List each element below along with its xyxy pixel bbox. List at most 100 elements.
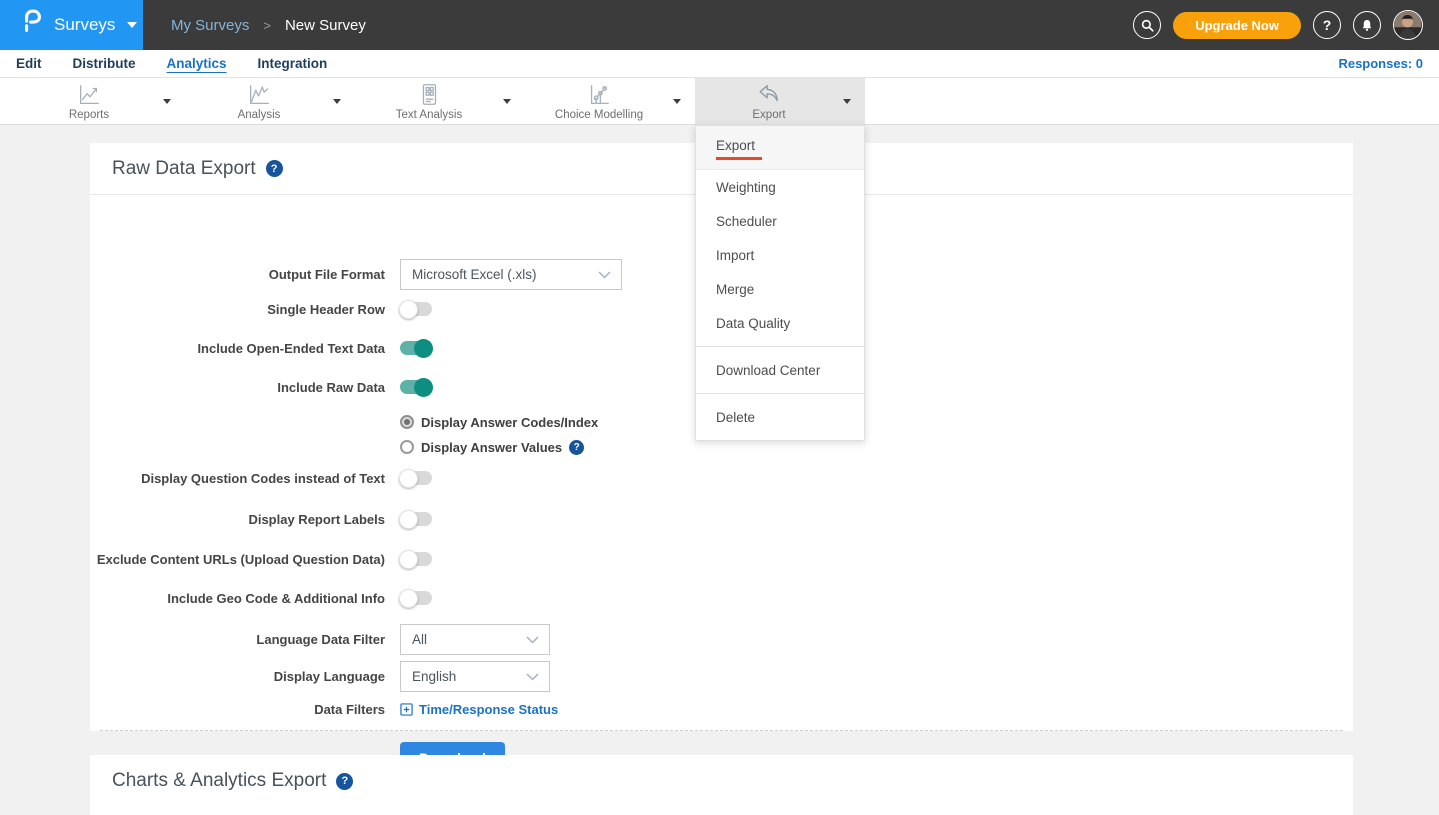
notifications-button[interactable] [1353, 11, 1381, 39]
avatar-photo-icon [1394, 11, 1421, 38]
output-file-format-select[interactable]: Microsoft Excel (.xls) [400, 259, 622, 290]
line-chart-icon [76, 82, 102, 108]
menu-item-import[interactable]: Import [696, 238, 864, 272]
display-report-labels-toggle[interactable] [400, 512, 432, 526]
topbar-actions: Upgrade Now ? [1133, 10, 1439, 40]
toolbar-item-text-analysis[interactable]: Text Analysis [355, 78, 525, 125]
language-data-filter-label: Language Data Filter [90, 632, 385, 647]
menu-item-label: Export [716, 138, 755, 153]
output-file-format-label: Output File Format [90, 267, 385, 282]
toggle-knob [399, 300, 418, 319]
form-footer-divider [100, 730, 1343, 731]
tab-analytics[interactable]: Analytics [167, 54, 227, 73]
section-title: Raw Data Export [112, 158, 256, 180]
radio-label: Display Answer Codes/Index [421, 415, 598, 430]
help-icon[interactable]: ? [569, 440, 584, 455]
search-icon [1140, 18, 1155, 33]
menu-item-weighting[interactable]: Weighting [696, 170, 864, 204]
chevron-down-icon [127, 22, 137, 28]
trend-chart-icon [246, 82, 272, 108]
single-header-row-toggle[interactable] [400, 302, 432, 316]
menu-divider [696, 346, 864, 347]
selected-item-underline [716, 157, 762, 160]
toolbar-label: Analysis [238, 109, 281, 121]
toolbar-item-analysis[interactable]: Analysis [185, 78, 355, 125]
product-switcher[interactable]: Surveys [0, 0, 143, 50]
toggle-knob [399, 510, 418, 529]
help-icon[interactable]: ? [266, 160, 283, 177]
responses-count[interactable]: Responses: 0 [1338, 56, 1423, 71]
chevron-down-icon[interactable] [163, 99, 171, 104]
chevron-down-icon [598, 271, 611, 279]
include-open-ended-toggle[interactable] [400, 341, 432, 355]
chevron-down-icon[interactable] [673, 99, 681, 104]
document-grid-icon [416, 82, 442, 108]
search-button[interactable] [1133, 11, 1161, 39]
toggle-knob [399, 469, 418, 488]
menu-item-delete[interactable]: Delete [696, 400, 864, 434]
charts-analytics-export-card: Charts & Analytics Export ? [90, 755, 1353, 815]
time-response-status-link[interactable]: Time/Response Status [419, 702, 558, 717]
menu-item-scheduler[interactable]: Scheduler [696, 204, 864, 238]
chevron-down-icon[interactable] [843, 99, 851, 104]
menu-item-export[interactable]: Export [696, 126, 864, 170]
select-value: Microsoft Excel (.xls) [412, 267, 537, 282]
toggle-knob [399, 589, 418, 608]
section-title: Charts & Analytics Export [112, 770, 326, 792]
bell-icon [1360, 18, 1374, 33]
product-name: Surveys [54, 15, 115, 35]
language-data-filter-select[interactable]: All [400, 624, 550, 655]
toolbar-label: Choice Modelling [555, 109, 643, 121]
toggle-knob [399, 550, 418, 569]
single-header-row-label: Single Header Row [90, 302, 385, 317]
scatter-chart-icon [586, 82, 612, 108]
question-mark-icon: ? [1323, 17, 1332, 33]
export-dropdown-menu: Export Weighting Scheduler Import Merge … [695, 125, 865, 441]
radio-display-answer-codes[interactable] [400, 415, 414, 429]
chevron-down-icon[interactable] [333, 99, 341, 104]
help-button[interactable]: ? [1313, 11, 1341, 39]
exclude-content-urls-toggle[interactable] [400, 552, 432, 566]
toolbar-label: Text Analysis [396, 109, 462, 121]
toggle-knob [414, 339, 433, 358]
charts-analytics-export-header: Charts & Analytics Export ? [90, 755, 1353, 807]
breadcrumb-separator: > [263, 18, 271, 33]
toolbar-item-reports[interactable]: Reports [15, 78, 185, 125]
radio-display-answer-values[interactable] [400, 440, 414, 454]
tab-distribute[interactable]: Distribute [73, 54, 136, 73]
toolbar-label: Reports [69, 109, 109, 121]
toolbar-item-export[interactable]: Export [695, 78, 865, 125]
menu-divider [696, 393, 864, 394]
analytics-toolbar: Reports Analysis Text Ana [0, 78, 1439, 125]
include-geo-code-label: Include Geo Code & Additional Info [90, 591, 385, 606]
upgrade-now-button[interactable]: Upgrade Now [1173, 12, 1301, 39]
breadcrumb-my-surveys[interactable]: My Surveys [171, 17, 249, 34]
select-value: All [412, 632, 427, 647]
menu-item-merge[interactable]: Merge [696, 272, 864, 306]
select-value: English [412, 669, 456, 684]
chevron-down-icon [526, 636, 539, 644]
plus-square-icon[interactable] [400, 703, 413, 716]
top-bar: Surveys My Surveys > New Survey Upgrade … [0, 0, 1439, 50]
display-language-label: Display Language [90, 669, 385, 684]
display-question-codes-label: Display Question Codes instead of Text [90, 471, 385, 486]
menu-item-download-center[interactable]: Download Center [696, 353, 864, 387]
breadcrumb-current-survey: New Survey [285, 17, 366, 34]
display-language-select[interactable]: English [400, 661, 550, 692]
data-filters-label: Data Filters [90, 702, 385, 717]
exclude-content-urls-label: Exclude Content URLs (Upload Question Da… [90, 552, 385, 567]
user-avatar[interactable] [1393, 10, 1423, 40]
tab-integration[interactable]: Integration [258, 54, 328, 73]
include-geo-code-toggle[interactable] [400, 591, 432, 605]
tab-edit[interactable]: Edit [16, 54, 42, 73]
include-raw-data-toggle[interactable] [400, 380, 432, 394]
display-report-labels-label: Display Report Labels [90, 512, 385, 527]
display-question-codes-toggle[interactable] [400, 471, 432, 485]
include-raw-data-label: Include Raw Data [90, 380, 385, 395]
toolbar-item-choice-modelling[interactable]: Choice Modelling [525, 78, 695, 125]
chevron-down-icon[interactable] [503, 99, 511, 104]
help-icon[interactable]: ? [336, 773, 353, 790]
toolbar-label: Export [752, 109, 785, 121]
survey-tab-bar: Edit Distribute Analytics Integration Re… [0, 50, 1439, 78]
menu-item-data-quality[interactable]: Data Quality [696, 306, 864, 340]
